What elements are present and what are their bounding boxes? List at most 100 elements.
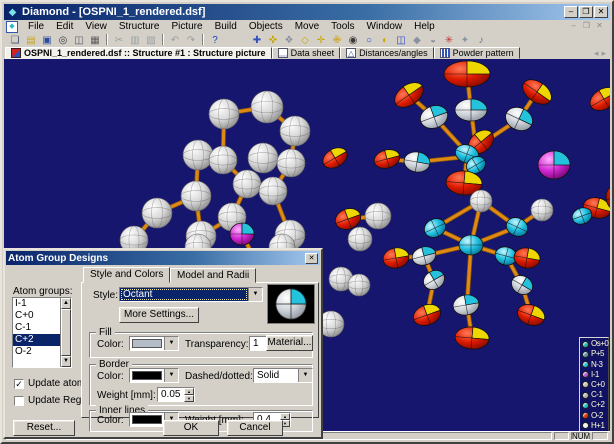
mdi-minimize-button[interactable]: – bbox=[567, 21, 580, 32]
menu-edit[interactable]: Edit bbox=[50, 21, 79, 32]
pack-cell-icon[interactable]: ✜ bbox=[265, 34, 281, 47]
polyhedra-icon[interactable]: ◇ bbox=[297, 34, 313, 47]
border-color-dropdown[interactable]: ▼ bbox=[129, 368, 179, 383]
scroll-up-icon[interactable]: ▲ bbox=[61, 298, 71, 309]
chevron-down-icon[interactable]: ▼ bbox=[248, 288, 262, 301]
tab-distances-angles[interactable]: △Distances/angles bbox=[340, 47, 434, 59]
border-weight-spinner[interactable]: 0.05 ▲▼ bbox=[157, 387, 195, 402]
rhomb-icon[interactable]: ◆ bbox=[409, 34, 425, 47]
restore-button[interactable]: ❐ bbox=[579, 6, 593, 18]
listbox-scrollbar[interactable]: ▲ ▼ bbox=[60, 298, 71, 367]
spin-up-icon[interactable]: ▲ bbox=[280, 413, 290, 420]
inner-color-swatch bbox=[132, 415, 162, 424]
fill-color-label: Color: bbox=[97, 339, 124, 350]
reset-button[interactable]: Reset... bbox=[13, 420, 75, 436]
atom-group-item-c-1[interactable]: C-1 bbox=[13, 322, 60, 334]
save-icon[interactable]: ▣ bbox=[39, 34, 55, 47]
atom-groups-label: Atom groups: bbox=[13, 286, 72, 297]
app-icon: ◆ bbox=[6, 6, 19, 19]
style-value: Octant bbox=[120, 288, 248, 301]
toolbar-separator bbox=[202, 34, 204, 45]
chevron-down-icon[interactable]: ▼ bbox=[298, 369, 312, 382]
connectivity-icon[interactable]: ❖ bbox=[281, 34, 297, 47]
fill-mode-icon[interactable]: ◐ bbox=[377, 34, 393, 47]
atom-group-item-c-0[interactable]: C+0 bbox=[13, 310, 60, 322]
material-button[interactable]: Material... bbox=[266, 335, 313, 351]
tab-label: Data sheet bbox=[291, 48, 335, 58]
tab-data-sheet[interactable]: Data sheet bbox=[272, 47, 341, 59]
atom-group-item-o-2[interactable]: O-2 bbox=[13, 346, 60, 358]
plane-icon[interactable]: ◒ bbox=[425, 34, 441, 47]
menu-file[interactable]: File bbox=[22, 21, 50, 32]
cut-icon[interactable]: ✂ bbox=[111, 34, 127, 47]
update-registry-checkbox[interactable] bbox=[14, 396, 24, 406]
undo-icon[interactable]: ↶ bbox=[167, 34, 183, 47]
cancel-button[interactable]: Cancel bbox=[227, 420, 283, 436]
style-dropdown[interactable]: Octant ▼ bbox=[119, 287, 263, 302]
atom-color-icon bbox=[582, 351, 589, 358]
tab-label: OSPNI_1_rendered.dsf :: Structure #1 : S… bbox=[24, 48, 266, 58]
legend-item-p-5: P+5 bbox=[582, 350, 608, 359]
tab-style-and-colors[interactable]: Style and Colors bbox=[83, 267, 170, 283]
menu-picture[interactable]: Picture bbox=[165, 21, 208, 32]
focus-atom-icon[interactable]: ◉ bbox=[345, 34, 361, 47]
ring-icon[interactable]: ○ bbox=[361, 34, 377, 47]
add-atom-icon[interactable]: ✙ bbox=[329, 34, 345, 47]
menu-build[interactable]: Build bbox=[209, 21, 243, 32]
menu-move[interactable]: Move bbox=[289, 21, 325, 32]
mdi-close-button[interactable]: ✕ bbox=[593, 21, 606, 32]
tab-powder-pattern[interactable]: Powder pattern bbox=[434, 47, 520, 59]
find-icon[interactable]: ◎ bbox=[55, 34, 71, 47]
spin-down-icon[interactable]: ▼ bbox=[184, 395, 194, 402]
border-weight-label: Weight [mm]: bbox=[97, 390, 156, 401]
menu-window[interactable]: Window bbox=[361, 21, 409, 32]
atom-group-item-i-1[interactable]: I-1 bbox=[13, 298, 60, 310]
star-icon[interactable]: ✦ bbox=[457, 34, 473, 47]
copy-icon[interactable]: ▥ bbox=[127, 34, 143, 47]
legend-item-c-0: C+0 bbox=[582, 380, 608, 389]
atom-groups-listbox[interactable]: I-1C+0C-1C+2O-2 ▲ ▼ bbox=[12, 297, 72, 368]
title-bar[interactable]: ◆ Diamond - [OSPNI_1_rendered.dsf] – ❐ ✕ bbox=[4, 4, 610, 20]
fill-group-title: Fill bbox=[96, 327, 115, 338]
vibration-icon[interactable]: ♪ bbox=[473, 34, 489, 47]
tab-ospni-1-rendered-dsf-stru[interactable]: OSPNI_1_rendered.dsf :: Structure #1 : S… bbox=[5, 47, 272, 59]
menu-tools[interactable]: Tools bbox=[325, 21, 360, 32]
update-atoms-checkbox[interactable]: ✓ bbox=[14, 379, 24, 389]
minimize-button[interactable]: – bbox=[564, 6, 578, 18]
style-preview bbox=[267, 284, 315, 324]
molecule-cluster-icon[interactable]: ✛ bbox=[313, 34, 329, 47]
open-file-icon[interactable]: ▤ bbox=[23, 34, 39, 47]
print-preview-icon[interactable]: ◫ bbox=[71, 34, 87, 47]
menu-structure[interactable]: Structure bbox=[113, 21, 166, 32]
ok-button[interactable]: OK bbox=[163, 420, 219, 436]
atom-group-item-c-2[interactable]: C+2 bbox=[13, 334, 60, 346]
scroll-down-icon[interactable]: ▼ bbox=[61, 356, 71, 367]
dialog-close-icon[interactable]: ✕ bbox=[305, 253, 318, 264]
close-button[interactable]: ✕ bbox=[594, 6, 608, 18]
help-icon[interactable]: ? bbox=[207, 34, 223, 47]
tab-scroll-left-icon[interactable]: ◂ bbox=[594, 48, 599, 59]
paste-icon[interactable]: ▧ bbox=[143, 34, 159, 47]
new-file-icon[interactable]: ❏ bbox=[7, 34, 23, 47]
unit-cell-icon[interactable]: ◫ bbox=[393, 34, 409, 47]
print-icon[interactable]: ▦ bbox=[87, 34, 103, 47]
dialog-title-bar[interactable]: Atom Group Designs ✕ bbox=[6, 251, 320, 265]
scroll-thumb[interactable] bbox=[61, 309, 71, 356]
more-settings-button[interactable]: More Settings... bbox=[119, 307, 199, 323]
spin-up-icon[interactable]: ▲ bbox=[184, 388, 194, 395]
menu-objects[interactable]: Objects bbox=[243, 21, 289, 32]
chevron-down-icon[interactable]: ▼ bbox=[164, 337, 178, 350]
redo-icon[interactable]: ↷ bbox=[183, 34, 199, 47]
create-structure-icon[interactable]: ✚ bbox=[249, 34, 265, 47]
legend-label: I-1 bbox=[591, 371, 599, 379]
document-icon[interactable]: ◆ bbox=[6, 21, 18, 33]
mdi-restore-button[interactable]: ❐ bbox=[580, 21, 593, 32]
tab-model-and-radii[interactable]: Model and Radii bbox=[170, 268, 256, 283]
dashed-dotted-dropdown[interactable]: Solid ▼ bbox=[253, 368, 313, 383]
spider-web-icon[interactable]: ✳ bbox=[441, 34, 457, 47]
tab-scroll-right-icon[interactable]: ▸ bbox=[601, 48, 606, 59]
fill-color-dropdown[interactable]: ▼ bbox=[129, 336, 179, 351]
menu-help[interactable]: Help bbox=[408, 21, 441, 32]
chevron-down-icon[interactable]: ▼ bbox=[164, 369, 178, 382]
menu-view[interactable]: View bbox=[79, 21, 113, 32]
